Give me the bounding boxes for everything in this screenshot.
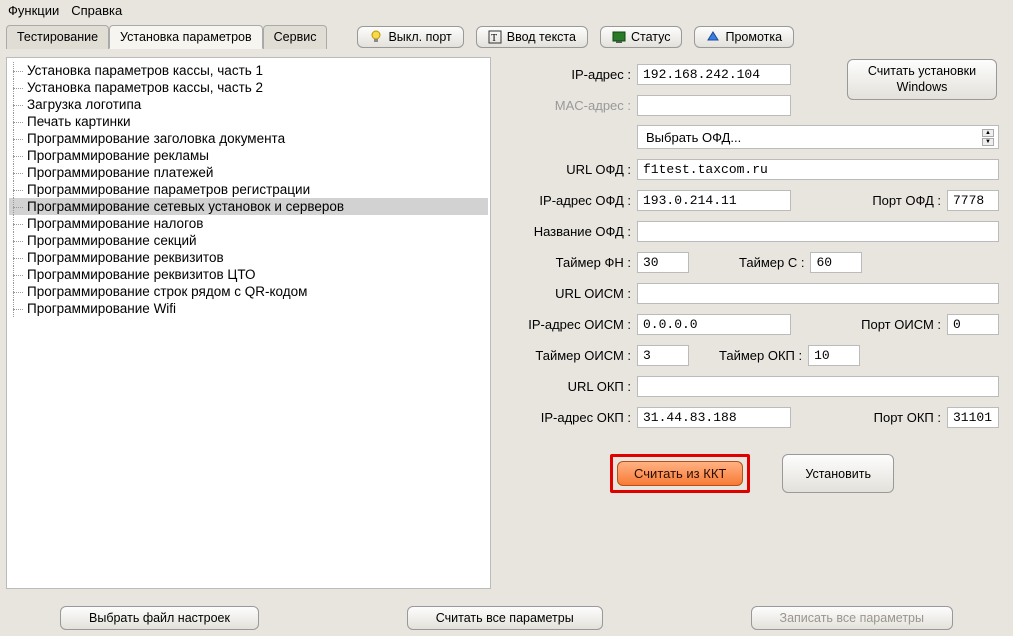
ip-oism-label: IP-адрес ОИСМ : (505, 317, 637, 332)
rewind-button[interactable]: Промотка (694, 26, 794, 48)
select-ofd[interactable]: Выбрать ОФД... ▲▼ (637, 125, 999, 149)
tree-item[interactable]: Программирование платежей (9, 164, 488, 181)
port-okp-input[interactable] (947, 407, 999, 428)
ip-okp-label: IP-адрес ОКП : (505, 410, 637, 425)
menu-functions[interactable]: Функции (8, 3, 59, 18)
tree-item[interactable]: Программирование секций (9, 232, 488, 249)
ip-ofd-label: IP-адрес ОФД : (505, 193, 637, 208)
tree-item[interactable]: Загрузка логотипа (9, 96, 488, 113)
tree-item[interactable]: Печать картинки (9, 113, 488, 130)
spinner-icon[interactable]: ▲▼ (982, 129, 994, 146)
tab-service[interactable]: Сервис (263, 25, 328, 49)
timer-fn-input[interactable] (637, 252, 689, 273)
tab-testing[interactable]: Тестирование (6, 25, 109, 49)
tree-item[interactable]: Программирование строк рядом с QR-кодом (9, 283, 488, 300)
url-ofd-label: URL ОФД : (505, 162, 637, 177)
text-icon: T (488, 30, 502, 44)
tree-item[interactable]: Установка параметров кассы, часть 1 (9, 62, 488, 79)
tree-item[interactable]: Программирование реквизитов (9, 249, 488, 266)
choose-file-button[interactable]: Выбрать файл настроек (60, 606, 259, 630)
menu-help[interactable]: Справка (71, 3, 122, 18)
install-button[interactable]: Установить (782, 454, 894, 493)
select-ofd-label: Выбрать ОФД... (646, 130, 741, 145)
ip-okp-input[interactable] (637, 407, 791, 428)
ip-oism-input[interactable] (637, 314, 791, 335)
mac-label: MAC-адрес : (505, 98, 637, 113)
tree-item[interactable]: Программирование налогов (9, 215, 488, 232)
status-button[interactable]: Статус (600, 26, 683, 48)
highlight-read-kkt: Считать из ККТ (610, 454, 750, 493)
port-oism-label: Порт ОИСМ : (861, 317, 941, 332)
tab-params[interactable]: Установка параметров (109, 25, 263, 49)
ip-ofd-input[interactable] (637, 190, 791, 211)
port-ofd-label: Порт ОФД : (872, 193, 941, 208)
ip-label: IP-адрес : (505, 67, 637, 82)
text-input-button[interactable]: T Ввод текста (476, 26, 588, 48)
ip-input[interactable] (637, 64, 791, 85)
timer-c-input[interactable] (810, 252, 862, 273)
tree-item[interactable]: Программирование сетевых установок и сер… (9, 198, 488, 215)
port-oism-input[interactable] (947, 314, 999, 335)
timer-oism-label: Таймер ОИСМ : (505, 348, 637, 363)
port-off-label: Выкл. порт (388, 30, 451, 44)
tree-item[interactable]: Программирование рекламы (9, 147, 488, 164)
name-ofd-input[interactable] (637, 221, 999, 242)
tree-item[interactable]: Программирование параметров регистрации (9, 181, 488, 198)
timer-c-label: Таймер С : (739, 255, 804, 270)
text-input-label: Ввод текста (507, 30, 576, 44)
tree-item[interactable]: Программирование реквизитов ЦТО (9, 266, 488, 283)
status-label: Статус (631, 30, 671, 44)
timer-oism-input[interactable] (637, 345, 689, 366)
url-okp-input[interactable] (637, 376, 999, 397)
rewind-label: Промотка (725, 30, 782, 44)
url-oism-label: URL ОИСМ : (505, 286, 637, 301)
read-windows-button[interactable]: Считать установки Windows (847, 59, 997, 100)
bulb-icon (369, 30, 383, 44)
tree-item[interactable]: Программирование заголовка документа (9, 130, 488, 147)
svg-text:T: T (491, 33, 497, 44)
timer-fn-label: Таймер ФН : (505, 255, 637, 270)
url-oism-input[interactable] (637, 283, 999, 304)
read-kkt-button[interactable]: Считать из ККТ (617, 461, 743, 486)
tree-panel[interactable]: Установка параметров кассы, часть 1Устан… (6, 57, 491, 589)
tree-item[interactable]: Установка параметров кассы, часть 2 (9, 79, 488, 96)
rewind-icon (706, 30, 720, 44)
url-ofd-input[interactable] (637, 159, 999, 180)
timer-okp-label: Таймер ОКП : (719, 348, 802, 363)
url-okp-label: URL ОКП : (505, 379, 637, 394)
status-icon (612, 30, 626, 44)
port-ofd-input[interactable] (947, 190, 999, 211)
name-ofd-label: Название ОФД : (505, 224, 637, 239)
timer-okp-input[interactable] (808, 345, 860, 366)
read-all-button[interactable]: Считать все параметры (407, 606, 603, 630)
mac-input[interactable] (637, 95, 791, 116)
write-all-button[interactable]: Записать все параметры (751, 606, 953, 630)
port-okp-label: Порт ОКП : (874, 410, 941, 425)
tree-item[interactable]: Программирование Wifi (9, 300, 488, 317)
port-off-button[interactable]: Выкл. порт (357, 26, 463, 48)
